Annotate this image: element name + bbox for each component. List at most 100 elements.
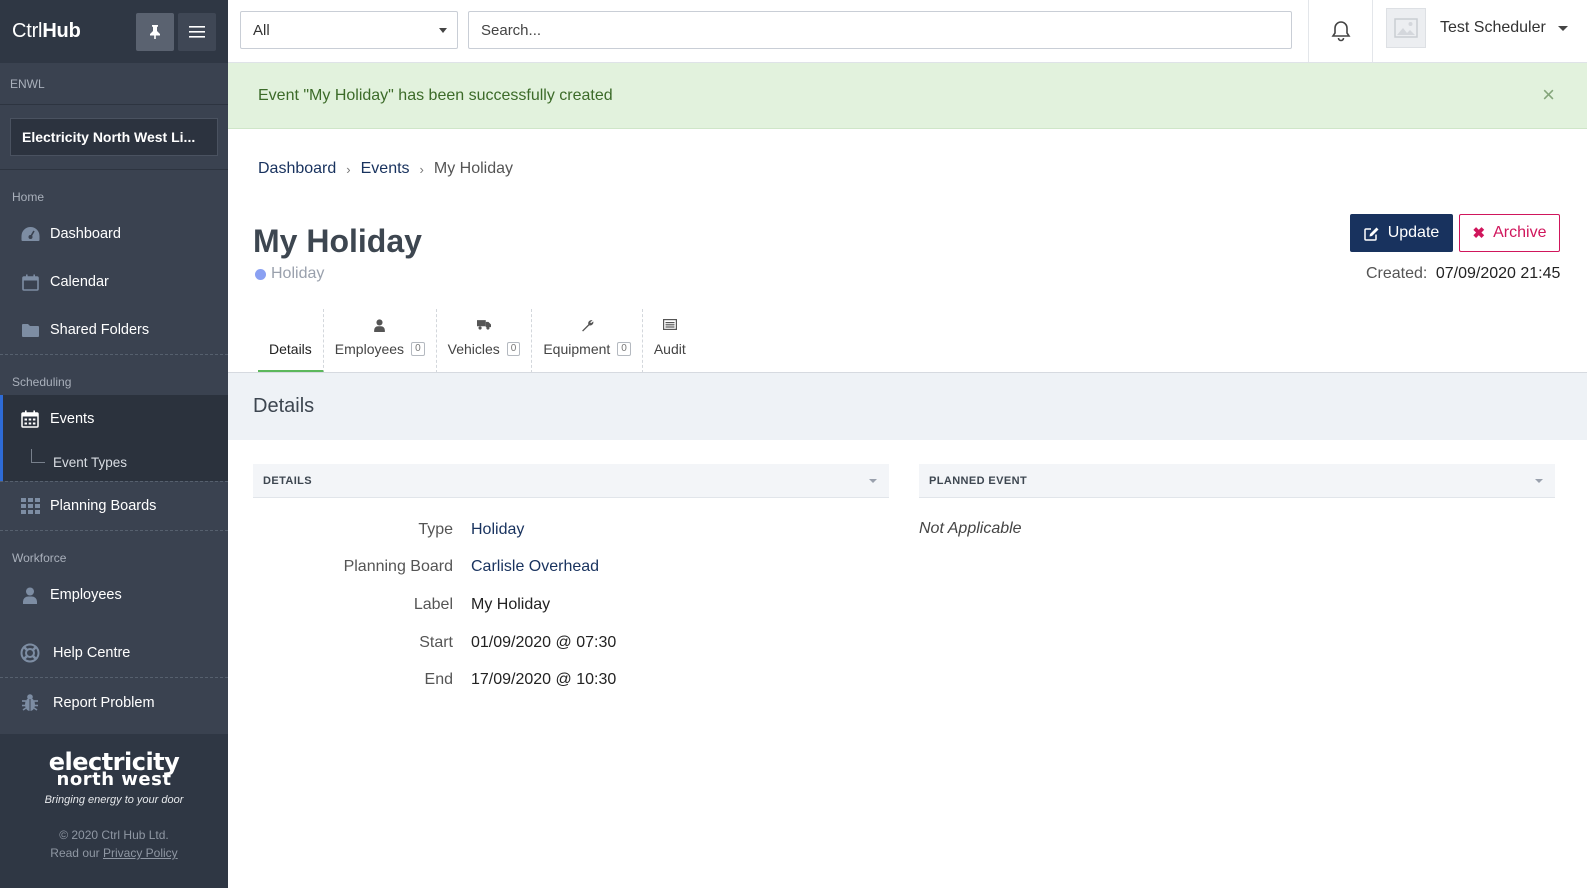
caret-down-icon (1557, 25, 1568, 31)
event-type-label: Holiday (271, 265, 325, 282)
breadcrumb: Dashboard › Events › My Holiday (258, 160, 513, 178)
created-info: Created: 07/09/2020 21:45 (1366, 265, 1560, 283)
sidebar-item-label: Dashboard (50, 226, 121, 242)
tab-audit[interactable]: Audit (643, 309, 697, 373)
user-menu[interactable]: Test Scheduler (1386, 8, 1568, 48)
copyright-text: © 2020 Ctrl Hub Ltd. (59, 828, 169, 842)
archive-button[interactable]: ✖ Archive (1459, 214, 1560, 252)
detail-row-start: Start 01/09/2020 @ 07:30 (253, 624, 889, 662)
sidebar-item-label: Event Types (53, 454, 128, 470)
caret-down-icon (439, 28, 447, 33)
breadcrumb-events[interactable]: Events (361, 160, 410, 178)
sidebar-header: CtrlHub (0, 0, 228, 63)
life-ring-icon (20, 643, 40, 663)
update-button[interactable]: Update (1350, 214, 1453, 252)
sidebar-item-label: Help Centre (53, 644, 131, 661)
user-name: Test Scheduler (1440, 19, 1546, 36)
chevron-right-icon: › (419, 161, 424, 177)
tab-employees[interactable]: Employees 0 (324, 309, 437, 373)
search-scope-select[interactable]: All (240, 11, 458, 49)
detail-row-type: Type Holiday (253, 511, 889, 549)
sidebar-item-shared-folders[interactable]: Shared Folders (0, 306, 228, 354)
tab-details[interactable]: Details (258, 309, 324, 373)
logo-line2: north west (56, 769, 172, 790)
detail-label: Planning Board (343, 558, 453, 576)
breadcrumb-dashboard[interactable]: Dashboard (258, 160, 336, 178)
success-alert: Event "My Holiday" has been successfully… (228, 63, 1587, 129)
privacy-policy-link[interactable]: Privacy Policy (103, 846, 178, 860)
tab-label: Equipment (543, 341, 611, 357)
sidebar-item-events[interactable]: Events (3, 395, 228, 443)
planned-event-panel-header[interactable]: PLANNED EVENT (919, 464, 1555, 498)
detail-value: 17/09/2020 @ 10:30 (471, 671, 617, 689)
planned-event-value: Not Applicable (919, 520, 1022, 537)
search-scope-value: All (253, 21, 270, 39)
pin-sidebar-button[interactable] (136, 12, 174, 51)
tab-vehicles[interactable]: Vehicles 0 (437, 309, 533, 373)
truck-icon (437, 319, 532, 330)
update-label: Update (1387, 224, 1440, 241)
event-type-link[interactable]: Holiday (471, 521, 524, 539)
wrench-icon (532, 319, 642, 332)
sidebar-item-dashboard[interactable]: Dashboard (0, 210, 228, 258)
sidebar-item-label: Employees (50, 587, 122, 603)
brand-logo[interactable]: CtrlHub (12, 20, 132, 43)
pin-icon (150, 24, 160, 39)
dashboard-icon (20, 226, 40, 242)
sidebar-item-employees[interactable]: Employees (0, 571, 228, 619)
type-color-dot (255, 268, 266, 280)
sidebar-item-help-centre[interactable]: Help Centre (0, 628, 228, 677)
events-group: Events Event Types (0, 395, 228, 481)
tab-label: Vehicles (447, 341, 500, 357)
detail-row-end: End 17/09/2020 @ 10:30 (253, 661, 889, 699)
menu-toggle-button[interactable] (178, 12, 216, 51)
sidebar: CtrlHub ENWL Electricity North West Li..… (0, 0, 228, 888)
topbar: All Test Scheduler (228, 0, 1587, 63)
detail-row-label: Label My Holiday (253, 586, 889, 624)
copyright: © 2020 Ctrl Hub Ltd. Read our Privacy Po… (0, 826, 228, 862)
read-our-text: Read our (50, 846, 103, 860)
sidebar-item-report-problem[interactable]: Report Problem (0, 678, 228, 727)
tabs: Details Employees 0 Vehicles 0 Equipment 0 … (258, 309, 697, 373)
user-icon (20, 587, 40, 604)
archive-label: Archive (1493, 224, 1547, 241)
section-label-workforce: Workforce (12, 551, 67, 565)
tagline: Bringing energy to your door (44, 794, 184, 806)
sidebar-item-label: Planning Boards (50, 498, 157, 514)
panel-title: PLANNED EVENT (929, 474, 1028, 487)
count-badge: 0 (411, 342, 425, 356)
detail-label: Start (419, 633, 453, 651)
created-value: 07/09/2020 21:45 (1435, 265, 1561, 282)
detail-value: 01/09/2020 @ 07:30 (471, 633, 617, 651)
tab-label: Employees (334, 341, 405, 357)
bug-icon (20, 693, 40, 712)
sidebar-item-planning-boards[interactable]: Planning Boards (0, 482, 228, 530)
folder-icon (20, 323, 40, 338)
panel-title: DETAILS (263, 474, 313, 487)
sidebar-item-event-types[interactable]: Event Types (3, 443, 228, 481)
calendar-icon (20, 274, 40, 291)
close-icon[interactable]: × (1542, 84, 1555, 106)
detail-value: My Holiday (471, 595, 551, 613)
sidebar-item-calendar[interactable]: Calendar (0, 258, 228, 306)
grid-icon (20, 498, 40, 514)
details-panel-header[interactable]: DETAILS (253, 464, 889, 498)
image-placeholder-icon (1394, 18, 1418, 38)
tab-equipment[interactable]: Equipment 0 (532, 309, 643, 373)
caret-down-icon (1535, 479, 1543, 483)
alert-message: Event "My Holiday" has been successfully… (258, 86, 613, 104)
user-icon (324, 319, 436, 332)
event-type-badge: Holiday (255, 265, 324, 283)
created-label: Created: (1366, 265, 1428, 282)
detail-row-planning-board: Planning Board Carlisle Overhead (253, 549, 889, 587)
notifications-button[interactable] (1308, 0, 1373, 62)
org-select[interactable]: Electricity North West Li... (10, 118, 218, 156)
count-badge: 0 (617, 342, 631, 356)
edit-icon (1363, 226, 1380, 241)
times-icon: ✖ (1472, 225, 1486, 242)
search-input[interactable] (468, 11, 1292, 49)
detail-label: End (424, 671, 453, 689)
page-title: My Holiday (253, 223, 422, 259)
planning-board-link[interactable]: Carlisle Overhead (471, 558, 599, 576)
brand-bold: Hub (42, 20, 81, 42)
